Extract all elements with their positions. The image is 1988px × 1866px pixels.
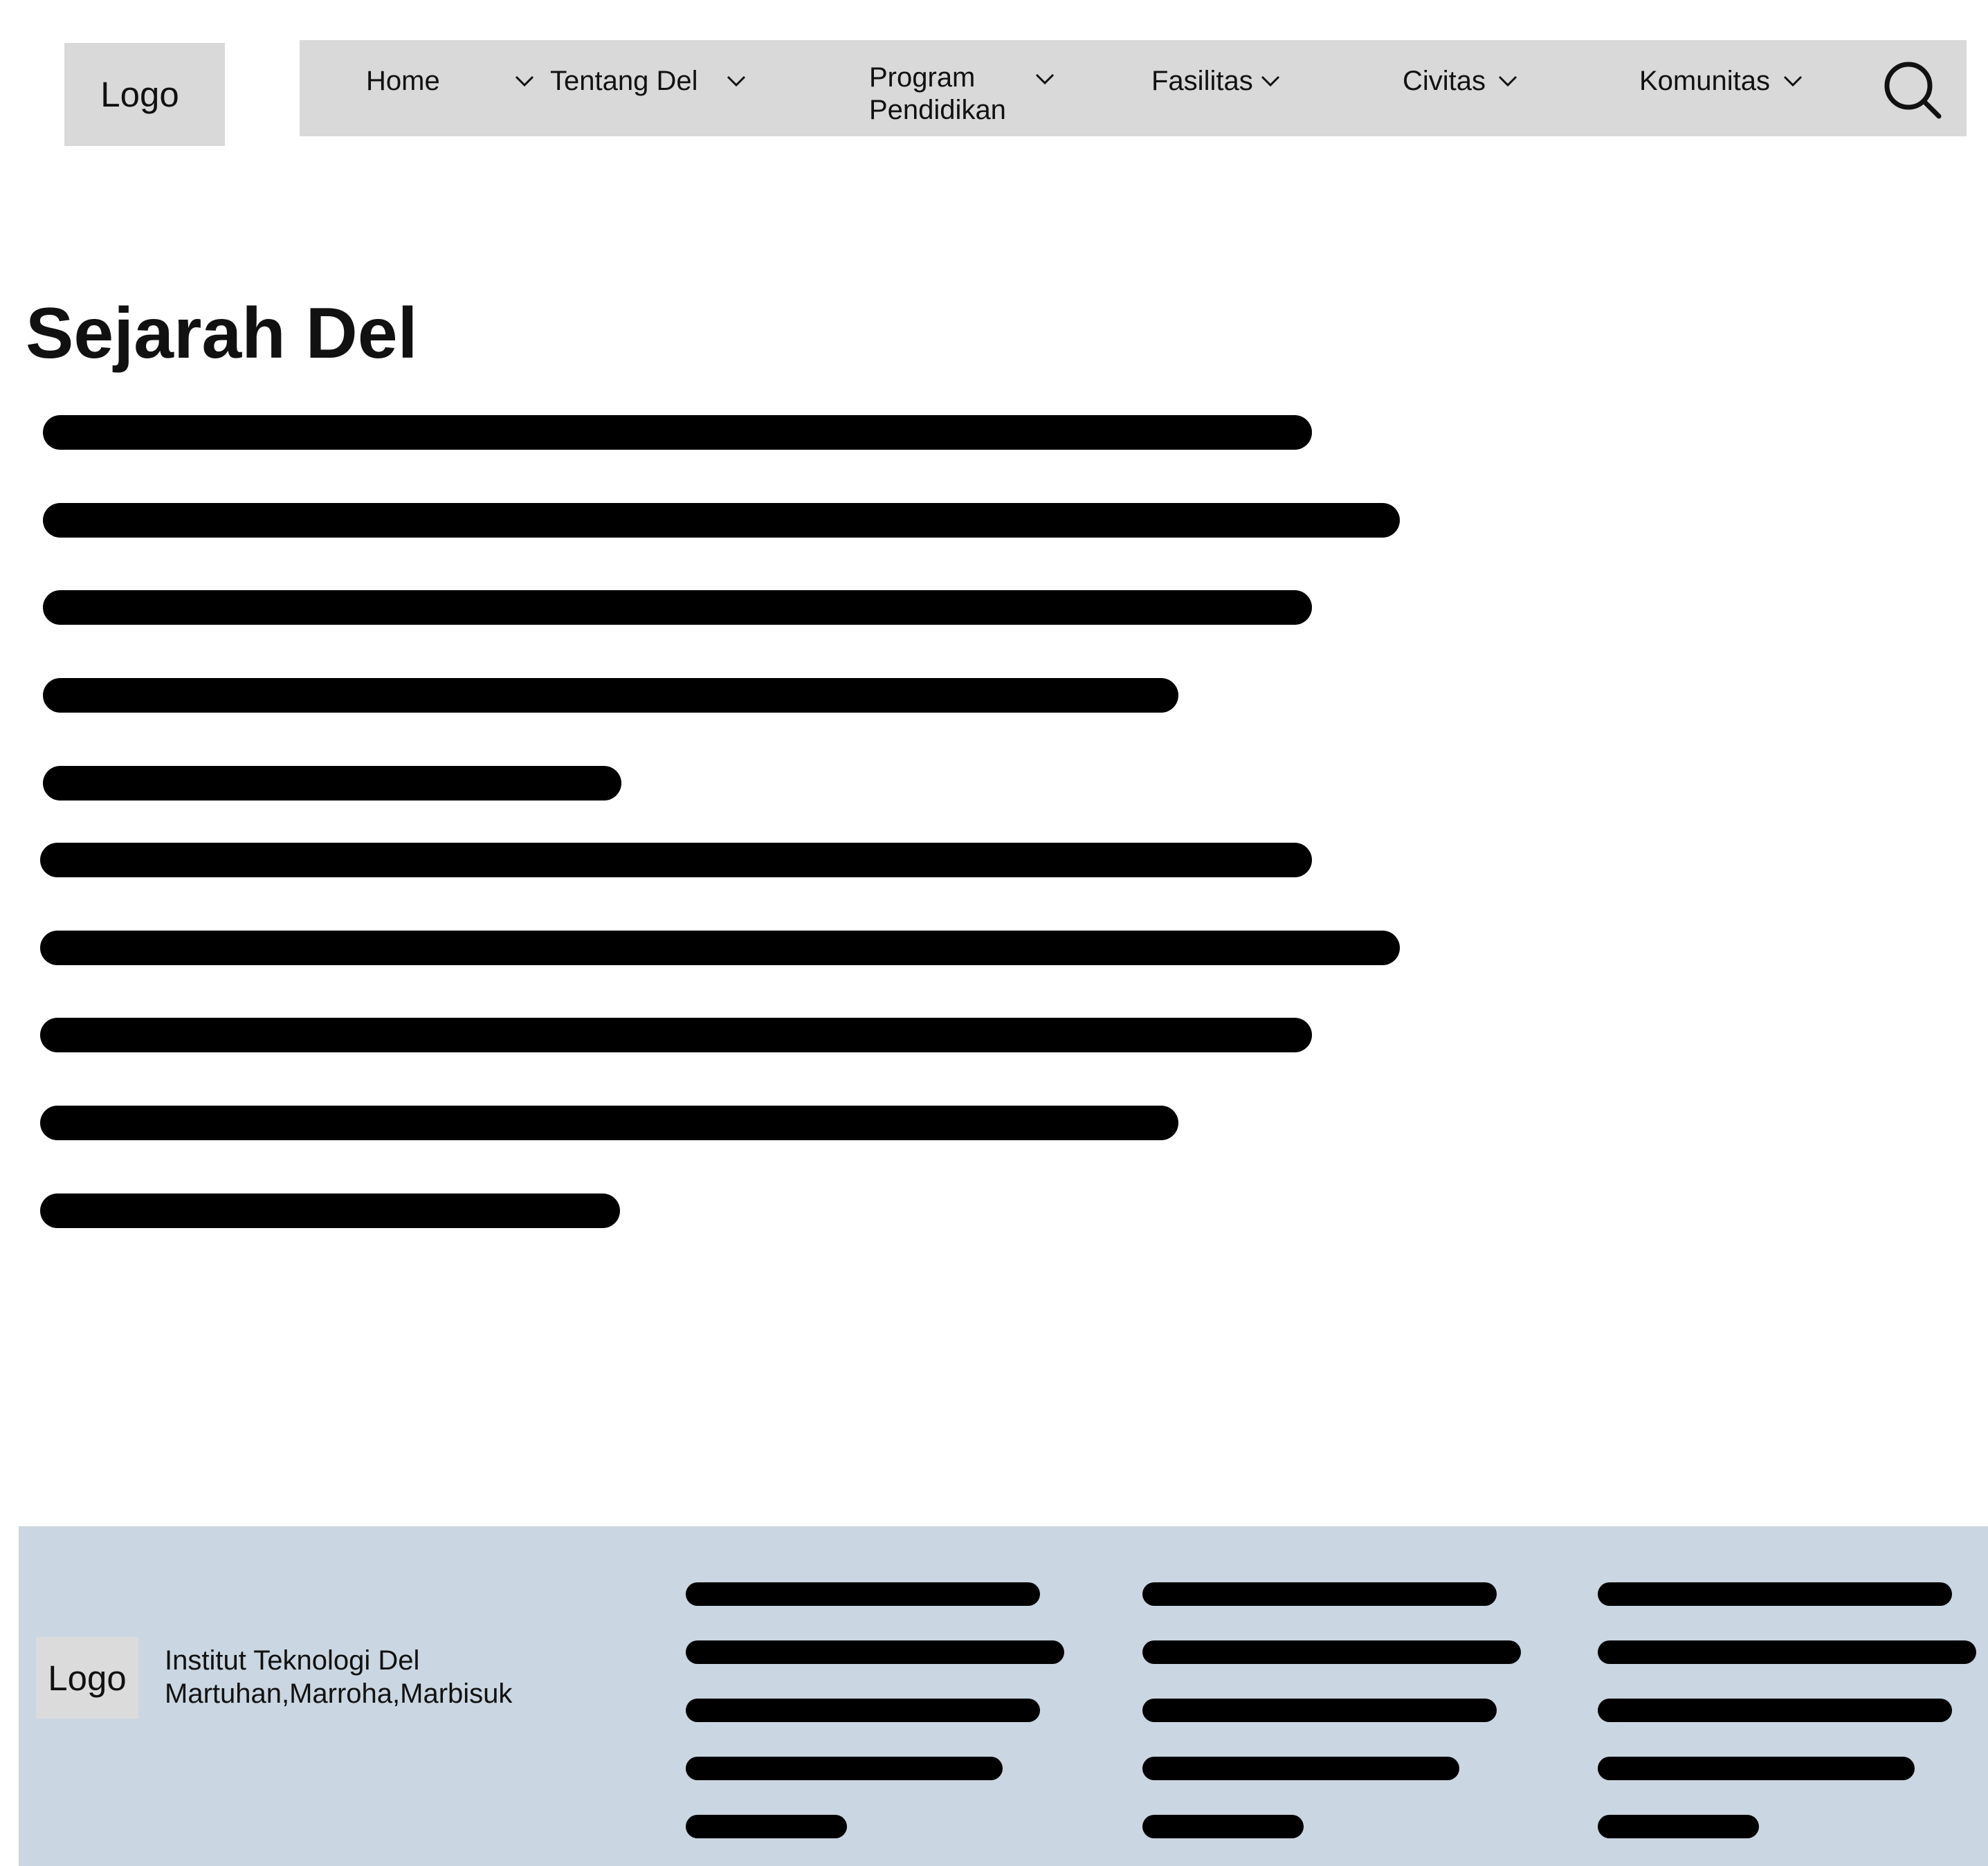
placeholder-text-line <box>43 678 1178 713</box>
footer-link-placeholder[interactable] <box>1142 1582 1497 1606</box>
footer-motto: Martuhan,Marroha,Marbisuk <box>165 1679 513 1709</box>
nav-label-komunitas: Komunitas <box>1639 66 1770 96</box>
footer-link-placeholder[interactable] <box>1142 1640 1521 1664</box>
footer-link-placeholder[interactable] <box>686 1699 1040 1722</box>
chevron-down-icon[interactable] <box>515 75 534 87</box>
nav-item-fasilitas[interactable]: Fasilitas <box>1151 40 1290 136</box>
footer-institution-info: Institut Teknologi Del Martuhan,Marroha,… <box>165 1644 512 1710</box>
header-logo[interactable]: Logo <box>64 43 225 146</box>
footer-link-placeholder[interactable] <box>1142 1699 1497 1722</box>
placeholder-text-line <box>43 415 1312 450</box>
footer-link-placeholder[interactable] <box>1598 1757 1915 1780</box>
placeholder-text-line <box>40 1193 620 1228</box>
nav-label-home: Home <box>366 66 440 96</box>
footer-link-placeholder[interactable] <box>1598 1699 1952 1722</box>
footer-institution-name: Institut Teknologi Del <box>165 1645 420 1676</box>
placeholder-text-line <box>40 1018 1312 1052</box>
footer-link-placeholder[interactable] <box>1598 1815 1759 1838</box>
nav-item-komunitas[interactable]: Komunitas <box>1639 40 1805 136</box>
footer-link-placeholder[interactable] <box>1142 1815 1304 1838</box>
footer-logo[interactable]: Logo <box>36 1637 138 1719</box>
chevron-down-icon[interactable] <box>1035 73 1055 85</box>
chevron-down-icon[interactable] <box>727 75 746 87</box>
nav-item-tentang-del[interactable]: Tentang Del <box>550 40 751 136</box>
nav-label-tentang-del: Tentang Del <box>550 66 698 96</box>
nav-item-home[interactable]: Home <box>366 40 534 136</box>
footer-link-placeholder[interactable] <box>686 1582 1040 1606</box>
nav-label-program-pendidikan: Program Pendidikan <box>869 62 1006 125</box>
placeholder-text-line <box>43 503 1400 538</box>
footer-link-placeholder[interactable] <box>686 1640 1064 1664</box>
footer-link-placeholder[interactable] <box>1598 1640 1976 1664</box>
placeholder-text-line <box>43 590 1312 625</box>
footer-link-placeholder[interactable] <box>1142 1757 1459 1780</box>
chevron-down-icon[interactable] <box>1783 75 1803 87</box>
placeholder-text-line <box>40 931 1400 965</box>
chevron-down-icon[interactable] <box>1261 75 1280 87</box>
footer-logo-label: Logo <box>48 1658 127 1698</box>
nav-item-civitas[interactable]: Civitas <box>1403 40 1541 136</box>
header-logo-label: Logo <box>100 75 179 114</box>
nav-label-civitas: Civitas <box>1403 66 1486 96</box>
nav-item-program-pendidikan[interactable]: Program Pendidikan <box>869 40 1055 136</box>
footer-link-placeholder[interactable] <box>1598 1582 1952 1606</box>
footer: Logo Institut Teknologi Del Martuhan,Mar… <box>19 1526 1988 1866</box>
placeholder-text-line <box>43 766 621 801</box>
nav-label-fasilitas: Fasilitas <box>1151 66 1253 96</box>
footer-link-placeholder[interactable] <box>686 1815 847 1838</box>
chevron-down-icon[interactable] <box>1498 75 1517 87</box>
placeholder-text-line <box>40 1106 1178 1140</box>
main-navigation: Home Tentang Del Program Pendidikan Fasi… <box>300 40 1967 136</box>
search-icon[interactable] <box>1884 61 1942 119</box>
placeholder-text-line <box>40 843 1312 877</box>
footer-link-placeholder[interactable] <box>686 1757 1003 1780</box>
page-title: Sejarah Del <box>26 293 418 374</box>
